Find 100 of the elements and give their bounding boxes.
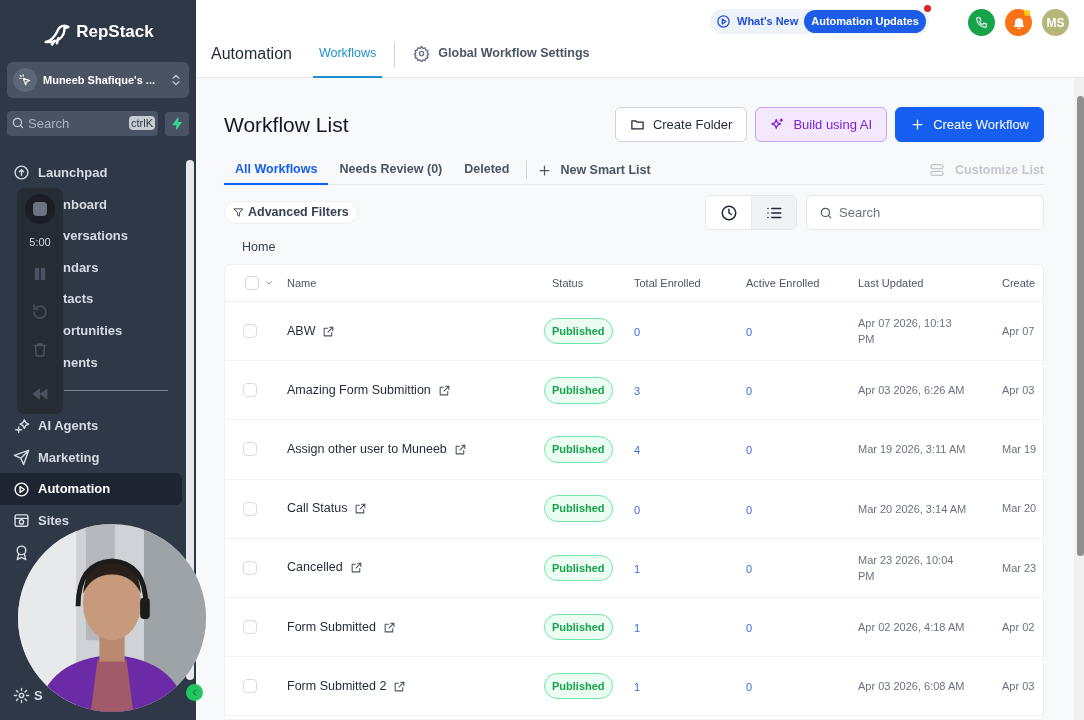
advanced-filters-button[interactable]: Advanced Filters: [224, 201, 358, 224]
column-header[interactable]: Last Updated: [858, 274, 1002, 292]
enrolled-count[interactable]: 1: [634, 622, 641, 635]
notifications-button[interactable]: [1005, 9, 1032, 36]
enrolled-count[interactable]: 4: [634, 444, 641, 457]
action-button[interactable]: Create Folder: [614, 107, 748, 142]
tab[interactable]: Global Workflow Settings: [407, 36, 596, 78]
list-tab[interactable]: Needs Review (0): [328, 155, 454, 185]
table-cell-text: Mar 23 2026, 10:04 PM: [858, 552, 955, 584]
gear-icon: [413, 44, 431, 62]
nav-item[interactable]: Sites: [0, 511, 74, 530]
enrolled-count[interactable]: 0: [634, 326, 641, 339]
restart-icon[interactable]: [31, 302, 49, 321]
workflow-name[interactable]: Assign other user to Muneeb: [287, 440, 447, 459]
chevron-down-icon[interactable]: [264, 278, 274, 288]
table-cell-text: Apr 03 2026, 6:08 AM: [858, 679, 966, 695]
search-field[interactable]: Search: [806, 195, 1044, 230]
view-toggle[interactable]: [751, 196, 796, 229]
table-cell-text: Mar 19 2026, 3:11 AM: [858, 442, 967, 458]
enrolled-count[interactable]: 0: [746, 622, 753, 635]
column-header[interactable]: Status: [544, 274, 634, 292]
folder-icon: [629, 117, 645, 132]
enrolled-count[interactable]: 0: [746, 444, 753, 457]
external-link-icon[interactable]: [437, 383, 451, 397]
enrolled-count[interactable]: 0: [746, 385, 753, 398]
table-cell-text: Apr 03: [1002, 678, 1036, 694]
checkbox[interactable]: [243, 383, 257, 398]
action-button[interactable]: Build using AI: [755, 107, 888, 142]
enrolled-count[interactable]: 0: [746, 562, 753, 575]
workflow-name[interactable]: Form Submitted: [287, 617, 376, 637]
whats-new-link[interactable]: What's New: [737, 13, 799, 30]
nav-item[interactable]: ndars: [63, 258, 103, 277]
checkbox[interactable]: [245, 276, 259, 290]
workflow-name[interactable]: Call Status: [287, 499, 348, 519]
status-badge: Published: [544, 672, 613, 700]
external-link-icon[interactable]: [322, 324, 336, 338]
nav-item[interactable]: ortunities: [63, 321, 127, 340]
plus-icon: [537, 162, 553, 178]
column-header[interactable]: Active Enrolled: [746, 274, 858, 292]
list-tab[interactable]: All Workflows: [224, 155, 329, 185]
enrolled-count[interactable]: 3: [634, 385, 641, 398]
nav-item[interactable]: versations: [63, 227, 133, 245]
table-cell-text: Apr 02 2026, 4:18 AM: [858, 620, 966, 636]
checkbox[interactable]: [243, 501, 257, 516]
checkbox[interactable]: [243, 560, 257, 575]
table-cell-text: Apr 07 2026, 10:13 PM: [858, 316, 953, 348]
nav-item[interactable]: Automation: [0, 473, 182, 505]
status-badge: Published: [544, 377, 613, 404]
stop-button[interactable]: [25, 194, 55, 224]
column-header[interactable]: Create: [1002, 274, 1043, 292]
trash-icon[interactable]: [31, 340, 49, 359]
checkbox[interactable]: [243, 442, 257, 457]
lightning-icon: [170, 117, 184, 130]
checkbox[interactable]: [243, 620, 257, 635]
enrolled-count[interactable]: 0: [746, 326, 753, 339]
nav-item[interactable]: nents: [63, 353, 102, 372]
nav-label[interactable]: S: [34, 686, 43, 706]
scrollbar[interactable]: [1074, 78, 1084, 720]
account-switcher[interactable]: Muneeb Shafique's ...: [7, 62, 189, 98]
breadcrumb[interactable]: Home: [242, 238, 276, 258]
new-smart-list-button[interactable]: New Smart List: [537, 160, 651, 180]
workflow-name[interactable]: Form Submitted 2: [287, 676, 387, 696]
collapse-button[interactable]: [186, 684, 203, 701]
play-badge-icon: [716, 14, 731, 29]
status-badge: Published: [544, 495, 613, 522]
workflow-name[interactable]: Amazing Form Submittion: [287, 380, 431, 400]
table-cell-text: Mar 20 2026, 3:14 AM: [858, 501, 967, 517]
external-link-icon[interactable]: [349, 561, 363, 575]
nav-item[interactable]: Launchpad: [0, 163, 112, 182]
logo-text: RepStack: [76, 21, 154, 44]
column-header[interactable]: Total Enrolled: [634, 274, 746, 292]
tab[interactable]: Workflows: [312, 36, 383, 78]
external-link-icon[interactable]: [382, 620, 396, 634]
nav-item[interactable]: nboard: [63, 195, 112, 214]
workflow-name[interactable]: Cancelled: [287, 558, 343, 578]
table-cell-text: Apr 03: [1002, 383, 1036, 399]
external-link-icon[interactable]: [453, 442, 467, 456]
enrolled-count[interactable]: 1: [634, 562, 641, 575]
nav-item[interactable]: Marketing: [0, 448, 104, 467]
column-header[interactable]: Name: [287, 274, 544, 292]
action-button[interactable]: Create Workflow: [895, 107, 1044, 142]
status-badge: Published: [544, 613, 613, 641]
list-tab[interactable]: Deleted: [453, 155, 521, 185]
enrolled-count[interactable]: 0: [746, 503, 753, 516]
checkbox[interactable]: [243, 679, 257, 694]
workflow-name[interactable]: ABW: [287, 321, 316, 341]
nav-item[interactable]: AI Agents: [0, 416, 103, 435]
external-link-icon[interactable]: [393, 679, 407, 693]
enrolled-count[interactable]: 0: [634, 503, 641, 516]
phone-button[interactable]: [968, 9, 995, 36]
checkbox[interactable]: [243, 324, 257, 339]
quick-action-button[interactable]: [165, 111, 189, 136]
nav-item[interactable]: tacts: [63, 290, 98, 309]
enrolled-count[interactable]: 1: [634, 681, 641, 694]
toggles-icon: [929, 162, 946, 178]
plus-icon: [910, 117, 926, 132]
sparkles-icon: [770, 117, 786, 132]
enrolled-count[interactable]: 0: [746, 681, 753, 694]
updates-badge[interactable]: Automation Updates: [804, 10, 926, 33]
external-link-icon[interactable]: [354, 502, 368, 516]
